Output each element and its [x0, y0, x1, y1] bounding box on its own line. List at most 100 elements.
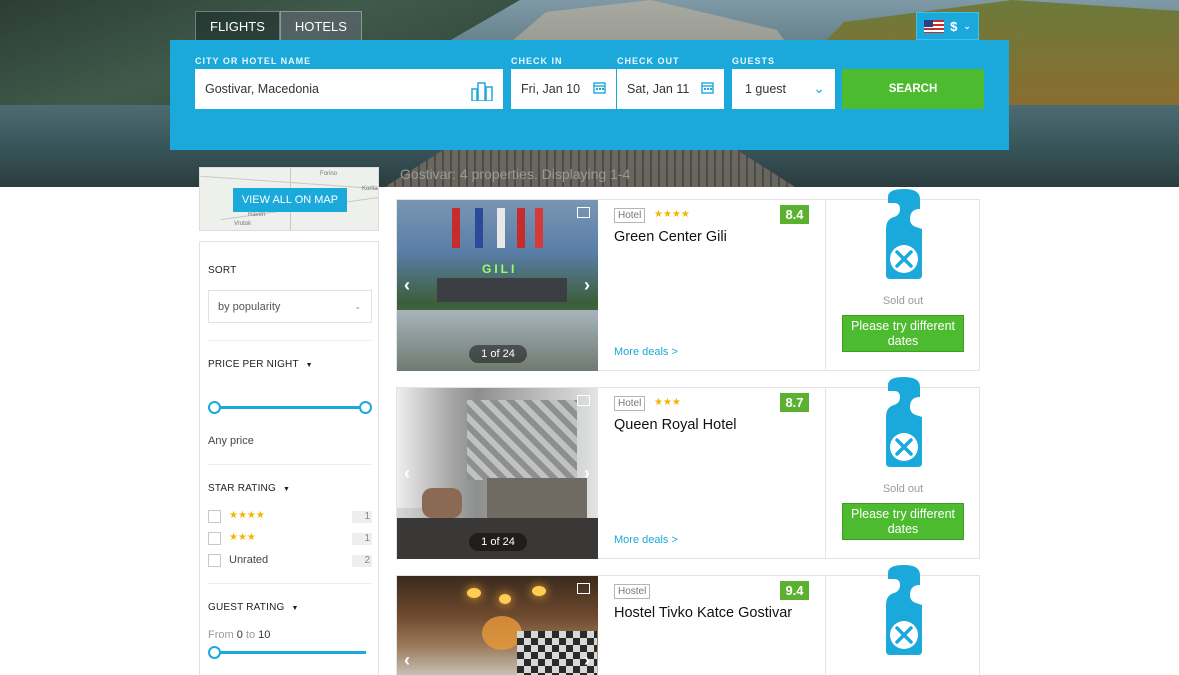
- price-max-handle[interactable]: [359, 401, 372, 414]
- map-preview[interactable]: Forino Korita Raven Vrutok VIEW ALL ON M…: [199, 167, 379, 231]
- star-4-checkbox[interactable]: [208, 510, 221, 523]
- unrated-label: Unrated: [229, 554, 269, 566]
- divider: [825, 576, 826, 675]
- unrated-count: 2: [352, 555, 372, 567]
- price-slider[interactable]: [208, 401, 372, 414]
- sort-value: by popularity: [218, 300, 281, 313]
- hotel-card[interactable]: GILI ‹ › 1 of 24 Hotel ★★★★ 8.4 Green Ce…: [396, 189, 980, 371]
- map-label: Raven: [248, 212, 266, 218]
- try-different-dates-button[interactable]: Please try different dates: [842, 315, 964, 352]
- hotel-name[interactable]: Hostel Tivko Katce Gostivar: [614, 605, 792, 621]
- hotel-card[interactable]: ‹ › 1 of 24 Hotel ★★★ 8.7 Queen Royal Ho…: [396, 377, 980, 559]
- results-summary: Gostivar: 4 properties. Displaying 1-4: [400, 166, 631, 182]
- calendar-icon: [593, 81, 606, 97]
- gallery-icon[interactable]: [577, 583, 590, 594]
- city-input[interactable]: Gostivar, Macedonia: [195, 69, 503, 109]
- checkout-input[interactable]: Sat, Jan 11: [617, 69, 724, 109]
- hotel-photo[interactable]: ‹ ›: [397, 576, 598, 675]
- property-type-badge: Hostel: [614, 584, 651, 599]
- checkin-value: Fri, Jan 10: [521, 82, 581, 96]
- guest-rating-title: GUEST RATING: [208, 602, 285, 613]
- star-4-label: ★★★★: [229, 510, 265, 521]
- filters-panel: SORT by popularity ⌄ PRICE PER NIGHT ▼ A…: [199, 241, 379, 675]
- guest-from-label: From: [208, 629, 234, 641]
- price-min-handle[interactable]: [208, 401, 221, 414]
- sold-out-label: Sold out: [882, 483, 924, 495]
- guest-rating-range: From 0 to 10: [208, 629, 270, 641]
- door-hanger-icon: [886, 189, 922, 279]
- hotel-name[interactable]: Green Center Gili: [614, 229, 727, 245]
- divider: [208, 464, 371, 465]
- chevron-left-icon[interactable]: ‹: [404, 275, 410, 296]
- city-buildings-icon: [471, 81, 493, 104]
- us-flag-icon: [924, 19, 945, 33]
- guests-select[interactable]: 1 guest ⌄: [732, 69, 835, 109]
- divider: [825, 388, 826, 559]
- guests-value: 1 guest: [745, 82, 787, 96]
- calendar-icon: [701, 81, 714, 97]
- chevron-left-icon[interactable]: ‹: [404, 650, 410, 671]
- view-all-on-map-button[interactable]: VIEW ALL ON MAP: [233, 188, 347, 212]
- map-label: Forino: [320, 171, 338, 177]
- map-label: Korita: [362, 186, 378, 192]
- star-filter-toggle[interactable]: STAR RATING ▼: [208, 483, 290, 494]
- caret-down-icon: ▼: [291, 605, 299, 612]
- city-label: CITY OR HOTEL NAME: [195, 56, 312, 66]
- sort-select[interactable]: by popularity ⌄: [208, 290, 372, 323]
- chevron-down-icon: ⌄: [963, 20, 971, 31]
- caret-down-icon: ▼: [282, 486, 291, 493]
- search-panel: CITY OR HOTEL NAME Gostivar, Macedonia C…: [170, 40, 1009, 150]
- hotel-photo[interactable]: ‹ › 1 of 24: [397, 388, 598, 559]
- divider: [825, 200, 826, 371]
- unrated-checkbox[interactable]: [208, 554, 221, 567]
- currency-selector[interactable]: $ ⌄: [916, 12, 979, 40]
- hotel-stars: ★★★★: [654, 209, 690, 220]
- checkin-input[interactable]: Fri, Jan 10: [511, 69, 616, 109]
- guest-to-label: to: [245, 629, 256, 641]
- more-deals-link[interactable]: More deals >: [614, 534, 678, 546]
- hotel-name[interactable]: Queen Royal Hotel: [614, 417, 737, 433]
- guests-label: GUESTS: [732, 56, 776, 66]
- try-different-dates-button[interactable]: Please try different dates: [842, 503, 964, 540]
- gallery-icon[interactable]: [577, 207, 590, 218]
- star-3-checkbox[interactable]: [208, 532, 221, 545]
- tab-flights[interactable]: FLIGHTS: [195, 11, 280, 40]
- city-value: Gostivar, Macedonia: [205, 82, 319, 96]
- property-type-badge: Hotel: [614, 208, 646, 223]
- property-type-badge: Hotel: [614, 396, 646, 411]
- map-label: Vrutok: [234, 221, 252, 227]
- chevron-down-icon: ⌄: [354, 302, 361, 311]
- photo-counter: 1 of 24: [469, 533, 527, 551]
- photo-counter: 1 of 24: [469, 345, 527, 363]
- guest-score-badge: 8.4: [780, 205, 809, 224]
- guest-rating-slider[interactable]: [208, 646, 366, 659]
- guest-to-value: 10: [258, 629, 271, 641]
- search-button[interactable]: SEARCH: [842, 69, 984, 109]
- divider: [208, 583, 371, 584]
- chevron-right-icon[interactable]: ›: [584, 650, 590, 671]
- hotel-photo[interactable]: GILI ‹ › 1 of 24: [397, 200, 598, 371]
- checkout-value: Sat, Jan 11: [627, 82, 690, 96]
- caret-down-icon: ▼: [305, 362, 313, 369]
- sold-out-label: Sold out: [882, 295, 924, 307]
- chevron-right-icon[interactable]: ›: [584, 463, 590, 484]
- divider: [208, 340, 371, 341]
- more-deals-link[interactable]: More deals >: [614, 346, 678, 358]
- chevron-right-icon[interactable]: ›: [584, 275, 590, 296]
- guest-rating-toggle[interactable]: GUEST RATING ▼: [208, 602, 299, 613]
- guest-rating-min-handle[interactable]: [208, 646, 221, 659]
- hotel-card[interactable]: ‹ › Hostel 9.4 Hostel Tivko Katce Gostiv…: [396, 565, 980, 675]
- star-4-count: 1: [352, 511, 372, 523]
- chevron-down-icon: ⌄: [813, 80, 825, 96]
- search-tabs: FLIGHTS HOTELS: [195, 11, 362, 40]
- sort-title: SORT: [208, 265, 237, 276]
- price-filter-toggle[interactable]: PRICE PER NIGHT ▼: [208, 359, 313, 370]
- door-hanger-icon: [886, 565, 922, 655]
- chevron-left-icon[interactable]: ‹: [404, 463, 410, 484]
- guest-score-badge: 9.4: [780, 581, 809, 600]
- tab-hotels[interactable]: HOTELS: [279, 11, 362, 40]
- gallery-icon[interactable]: [577, 395, 590, 406]
- guest-score-badge: 8.7: [780, 393, 809, 412]
- price-value: Any price: [208, 435, 254, 447]
- star-3-label: ★★★: [229, 532, 256, 543]
